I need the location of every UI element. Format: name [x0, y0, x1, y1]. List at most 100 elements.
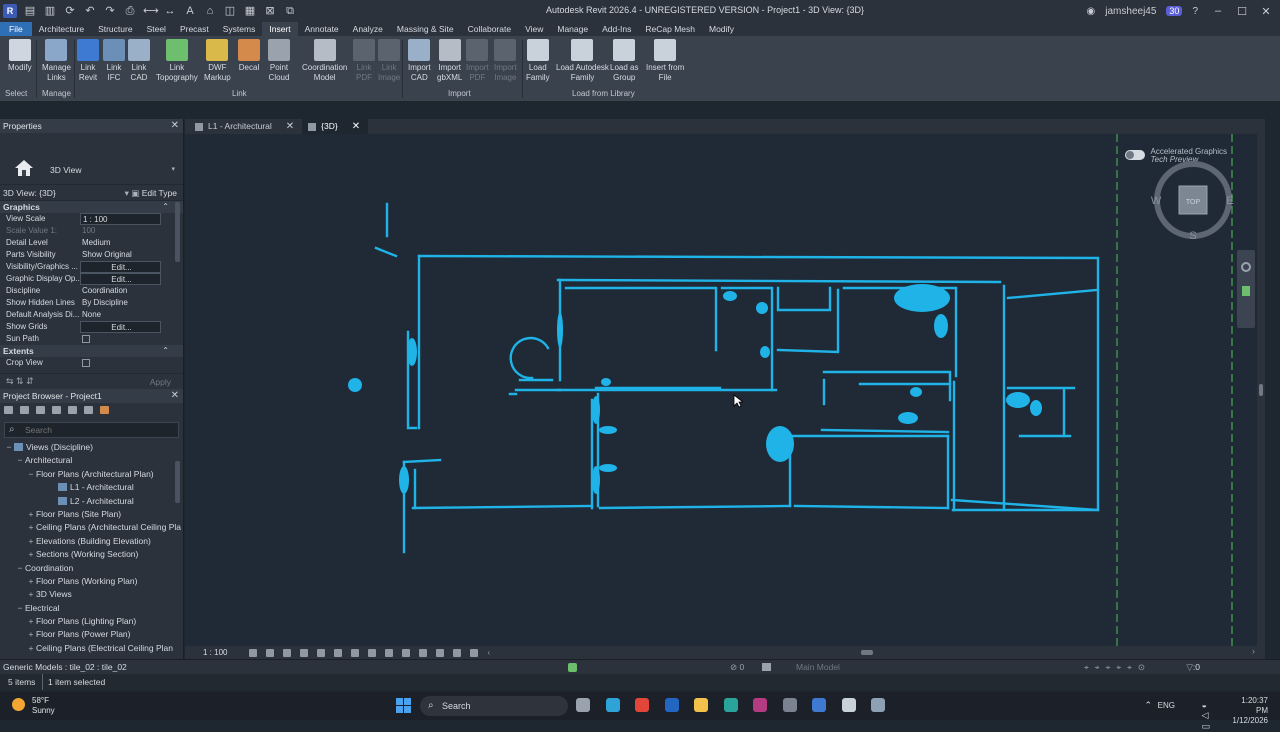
collapse-icon[interactable]: −	[15, 454, 25, 467]
import-gbxml-button[interactable]: Import gbXML	[437, 39, 462, 83]
toggle-switch[interactable]	[1124, 150, 1145, 160]
detail-level-icon[interactable]	[249, 648, 258, 657]
link-revit-button[interactable]: Link Revit	[77, 39, 99, 83]
checkbox[interactable]	[82, 335, 90, 343]
close-icon[interactable]: ✕	[171, 119, 179, 133]
tree-item[interactable]: + Ceiling Plans (Electrical Ceiling Plan	[0, 642, 183, 655]
chrome-icon[interactable]	[635, 698, 649, 712]
tab-precast[interactable]: Precast	[173, 22, 216, 36]
view-cube[interactable]: TOP W E S	[1151, 158, 1235, 242]
tab-add-ins[interactable]: Add-Ins	[595, 22, 638, 36]
expand-icon[interactable]: +	[26, 575, 36, 588]
edit-button[interactable]: Edit...	[80, 261, 161, 273]
scroll-right-icon[interactable]: ›	[1252, 646, 1255, 656]
collapse-icon[interactable]: −	[15, 602, 25, 615]
tree-item[interactable]: + Floor Plans (Site Plan)	[0, 508, 183, 521]
windows-start-icon[interactable]	[396, 698, 411, 713]
collapse-icon[interactable]: ⌃	[162, 345, 169, 357]
edit-type-button[interactable]: ▾ ▣ Edit Type	[125, 185, 177, 201]
expand-icon[interactable]: +	[26, 642, 36, 655]
expand-icon[interactable]: +	[26, 508, 36, 521]
revit-taskbar-icon[interactable]	[753, 698, 767, 712]
analytical-model-icon[interactable]	[436, 648, 445, 657]
tree-item[interactable]: − Floor Plans (Architectural Plan)	[0, 468, 183, 481]
editable-only-icon[interactable]: ⊘ 0	[730, 660, 744, 674]
tab-architecture[interactable]: Architecture	[32, 22, 91, 36]
properties-scrollbar[interactable]	[175, 202, 180, 262]
design-options-icon[interactable]	[762, 663, 771, 671]
properties-help-icon[interactable]: ⇆ ⇅ ⇵	[6, 376, 34, 387]
taskbar-search[interactable]: ⌕ Search	[420, 696, 568, 716]
render-icon[interactable]	[317, 648, 326, 657]
browser-search[interactable]: ⌕	[4, 422, 179, 438]
search-input[interactable]	[25, 425, 165, 435]
property-value[interactable]: By Discipline	[80, 297, 161, 309]
navigation-bar[interactable]	[1237, 250, 1255, 328]
property-value[interactable]: None	[80, 309, 161, 321]
scroll-left-icon[interactable]: ‹	[487, 648, 490, 657]
tree-item[interactable]: + Floor Plans (Working Plan)	[0, 575, 183, 588]
user-icon[interactable]: ◉	[1087, 6, 1096, 17]
extents-section[interactable]: Extents ⌃	[0, 345, 183, 357]
tree-item[interactable]: + Floor Plans (Lighting Plan)	[0, 615, 183, 628]
families-icon[interactable]	[52, 406, 61, 414]
point-cloud-button[interactable]: Point Cloud	[268, 39, 290, 83]
expand-icon[interactable]: +	[26, 588, 36, 601]
property-value[interactable]: Coordination	[80, 285, 161, 297]
link-chain-icon[interactable]	[100, 406, 109, 414]
pen-icon[interactable]	[871, 698, 885, 712]
property-value[interactable]: Show Original	[80, 249, 161, 261]
tree-item[interactable]: L2 - Architectural	[0, 495, 183, 508]
view-tab[interactable]: L1 - Architectural ✕	[189, 119, 302, 134]
expand-icon[interactable]: +	[26, 535, 36, 548]
visual-style-icon[interactable]	[266, 648, 275, 657]
worksharing-icon[interactable]	[419, 648, 428, 657]
collapse-icon[interactable]: ⌃	[162, 201, 169, 213]
show-crop-icon[interactable]	[351, 648, 360, 657]
tree-item[interactable]: − Views (Discipline)	[0, 441, 183, 454]
shadows-icon[interactable]	[300, 648, 309, 657]
link-topography-button[interactable]: Link Topography	[156, 39, 198, 83]
expand-icon[interactable]: +	[26, 548, 36, 561]
import-cad-button[interactable]: Import CAD	[408, 39, 431, 83]
expand-icon[interactable]: +	[26, 615, 36, 628]
lock-view-icon[interactable]	[368, 648, 377, 657]
tab-modify[interactable]: Modify	[702, 22, 741, 36]
reveal-constraints-icon[interactable]	[470, 648, 479, 657]
expand-icon[interactable]: +	[26, 628, 36, 641]
browser-scrollbar[interactable]	[175, 461, 180, 503]
dwf-markup-button[interactable]: DWF Markup	[204, 39, 231, 83]
load-family-button[interactable]: Load Family	[526, 39, 550, 83]
property-value[interactable]: 1 : 100	[80, 213, 161, 225]
views-icon[interactable]	[4, 406, 13, 414]
file-explorer-icon[interactable]	[694, 698, 708, 712]
links-icon[interactable]	[84, 406, 93, 414]
modify-button[interactable]: Modify	[8, 39, 32, 73]
weather-widget[interactable]: 58°F Sunny	[12, 696, 55, 716]
view-tab[interactable]: {3D} ✕	[302, 119, 369, 134]
notification-badge[interactable]: 30	[1166, 6, 1183, 16]
collapse-icon[interactable]: −	[26, 468, 36, 481]
tab-systems[interactable]: Systems	[216, 22, 263, 36]
task-view-icon[interactable]	[576, 698, 590, 712]
property-checkbox[interactable]	[80, 357, 161, 369]
horizontal-scrollbar[interactable]	[861, 650, 873, 655]
edit-button[interactable]: Edit...	[80, 273, 161, 285]
clock[interactable]: 1:20:37 PM 1/12/2026	[1232, 696, 1268, 726]
checkbox[interactable]	[82, 359, 90, 367]
tree-item[interactable]: + Floor Plans (Power Plan)	[0, 628, 183, 641]
tab-insert[interactable]: Insert	[262, 22, 298, 36]
tab-collaborate[interactable]: Collaborate	[461, 22, 518, 36]
outlook-icon[interactable]	[664, 698, 679, 712]
selection-filters-icon[interactable]: ⌖⌖⌖⌖⌖⊙	[1084, 660, 1151, 674]
ribbon-group-select[interactable]: Select	[5, 89, 27, 98]
sun-path-icon[interactable]	[283, 648, 292, 657]
collapse-icon[interactable]: −	[4, 441, 14, 454]
tab-steel[interactable]: Steel	[140, 22, 173, 36]
calculator-icon[interactable]	[782, 698, 797, 712]
maximize-icon[interactable]: ☐	[1234, 5, 1250, 18]
tree-item[interactable]: − Architectural	[0, 454, 183, 467]
steering-wheel-icon[interactable]	[1241, 262, 1251, 272]
edit-button[interactable]: Edit...	[80, 321, 161, 333]
temporary-hide-icon[interactable]	[385, 648, 394, 657]
